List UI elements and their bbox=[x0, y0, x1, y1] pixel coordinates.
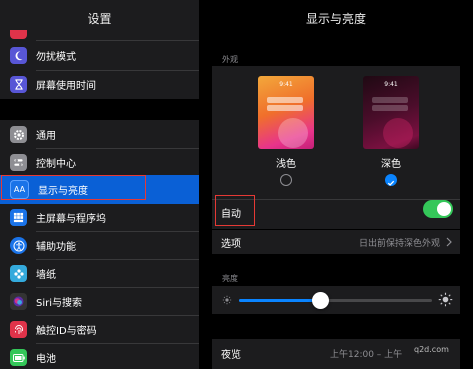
hourglass-icon bbox=[10, 76, 27, 93]
night-shift-value: 上午12:00 – 上午 bbox=[330, 350, 403, 360]
sidebar-item-label: 电池 bbox=[36, 354, 56, 365]
preview-widget bbox=[372, 105, 408, 111]
flower-icon bbox=[10, 265, 27, 282]
dark-mode-label: 深色 bbox=[381, 159, 401, 170]
highlight-box bbox=[1, 175, 146, 200]
sidebar-item-label: 墙纸 bbox=[36, 270, 56, 281]
checkmark-icon bbox=[387, 180, 395, 186]
gear-icon bbox=[10, 126, 27, 143]
grid-icon bbox=[10, 209, 27, 226]
sidebar-item-partial[interactable] bbox=[0, 25, 199, 39]
dark-mode-radio[interactable] bbox=[385, 174, 397, 186]
brightness-slider[interactable] bbox=[239, 292, 432, 309]
sidebar-item-label: Siri与搜索 bbox=[36, 298, 83, 309]
siri-icon bbox=[10, 293, 27, 310]
light-mode-preview[interactable]: 9:41 bbox=[258, 76, 314, 149]
preview-time: 9:41 bbox=[279, 81, 293, 88]
sidebar-item-home-screen-dock[interactable]: 主屏幕与程序坞 bbox=[0, 203, 199, 232]
light-mode-label: 浅色 bbox=[276, 159, 296, 170]
toggle-knob bbox=[437, 202, 451, 216]
partial-red-icon bbox=[10, 30, 27, 39]
highlight-box bbox=[215, 195, 255, 226]
auto-toggle[interactable] bbox=[423, 200, 453, 218]
preview-widget bbox=[267, 105, 303, 111]
sidebar-item-label: 通用 bbox=[36, 131, 56, 142]
settings-sidebar: 设置 勿扰模式 屏幕使用时间 通用 控制中心 AA 显示与亮度 主屏幕与程序坞 … bbox=[0, 0, 199, 369]
options-value: 日出前保持深色外观 bbox=[358, 239, 440, 249]
sun-large-icon bbox=[438, 292, 453, 307]
moon-icon bbox=[10, 47, 27, 64]
sidebar-item-label: 辅助功能 bbox=[36, 242, 76, 253]
accessibility-icon bbox=[10, 237, 27, 254]
sun-small-icon bbox=[222, 295, 232, 305]
display-brightness-pane: 显示与亮度 外观 9:41 9:41 浅色 深色 自动 选项 日出前保持深色外观 bbox=[199, 0, 473, 369]
preview-time: 9:41 bbox=[384, 81, 398, 88]
fingerprint-icon bbox=[10, 321, 27, 338]
sidebar-item-siri-search[interactable]: Siri与搜索 bbox=[0, 287, 199, 316]
brightness-section-label: 亮度 bbox=[222, 274, 238, 283]
preview-widget bbox=[267, 97, 303, 103]
sidebar-item-accessibility[interactable]: 辅助功能 bbox=[0, 231, 199, 260]
light-mode-radio[interactable] bbox=[280, 174, 292, 186]
chevron-right-icon bbox=[446, 237, 452, 247]
night-shift-row[interactable]: 夜览 上午12:00 – 上午 bbox=[212, 339, 460, 369]
watermark: q2d.com bbox=[414, 345, 449, 354]
sidebar-item-general[interactable]: 通用 bbox=[0, 120, 199, 149]
preview-wallpaper-shape bbox=[278, 118, 308, 148]
sidebar-item-touch-id-passcode[interactable]: 触控ID与密码 bbox=[0, 315, 199, 344]
options-label: 选项 bbox=[221, 239, 241, 250]
dark-mode-preview[interactable]: 9:41 bbox=[363, 76, 419, 149]
preview-wallpaper-shape bbox=[383, 118, 413, 148]
sidebar-item-screen-time[interactable]: 屏幕使用时间 bbox=[0, 70, 199, 99]
appearance-section-label: 外观 bbox=[222, 55, 238, 64]
sidebar-item-label: 屏幕使用时间 bbox=[36, 81, 96, 92]
sidebar-item-control-center[interactable]: 控制中心 bbox=[0, 148, 199, 177]
sidebar-item-label: 主屏幕与程序坞 bbox=[36, 214, 106, 225]
sidebar-item-wallpaper[interactable]: 墙纸 bbox=[0, 259, 199, 288]
sliders-icon bbox=[10, 154, 27, 171]
night-shift-label: 夜览 bbox=[221, 350, 241, 361]
brightness-slider-knob[interactable] bbox=[312, 292, 329, 309]
sidebar-item-label: 控制中心 bbox=[36, 159, 76, 170]
section-gap bbox=[0, 99, 199, 120]
preview-widget bbox=[372, 97, 408, 103]
brightness-slider-fill bbox=[239, 299, 320, 302]
sidebar-item-battery[interactable]: 电池 bbox=[0, 343, 199, 369]
brightness-panel bbox=[212, 286, 460, 314]
sidebar-item-label: 触控ID与密码 bbox=[36, 326, 97, 337]
sidebar-item-do-not-disturb[interactable]: 勿扰模式 bbox=[0, 41, 199, 70]
battery-icon bbox=[10, 349, 27, 366]
options-row[interactable]: 选项 日出前保持深色外观 bbox=[212, 230, 460, 254]
sidebar-item-label: 勿扰模式 bbox=[36, 52, 76, 63]
page-title: 显示与亮度 bbox=[305, 12, 366, 26]
